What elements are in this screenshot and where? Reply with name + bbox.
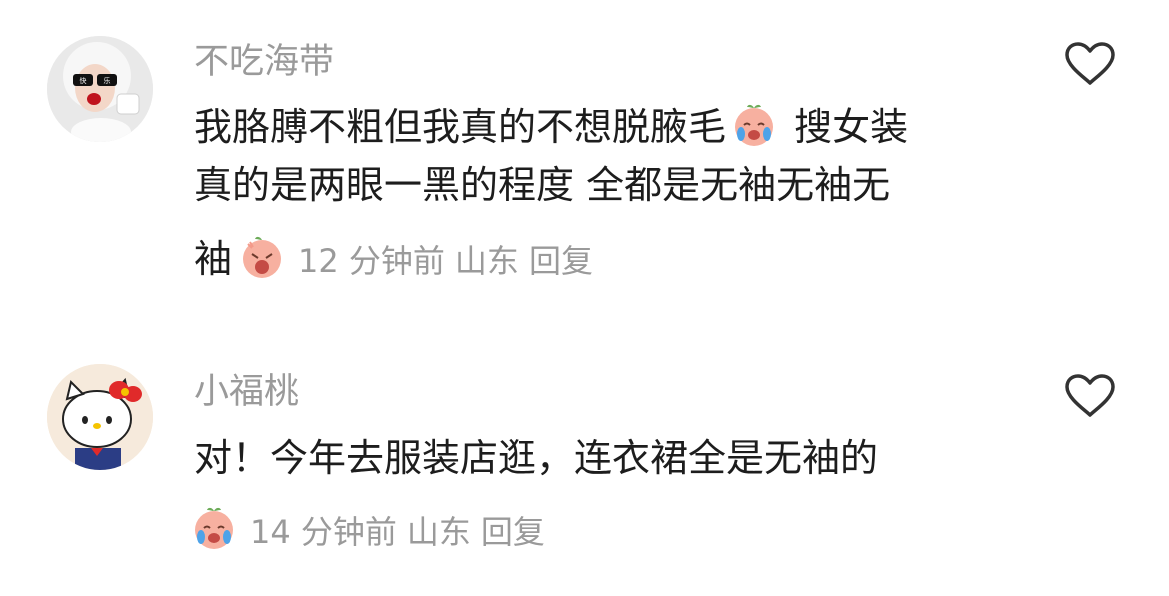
comment-text-line: 我胳膊不粗但我真的不想脱腋毛 xyxy=(194,105,727,149)
girl-sunglasses-avatar-icon: 快 乐 xyxy=(47,36,153,142)
comment-text-line: 袖 xyxy=(194,237,233,281)
comment-time: 12 分钟前 xyxy=(298,242,445,280)
svg-text:快: 快 xyxy=(80,76,87,85)
heart-outline-icon xyxy=(1065,42,1115,85)
like-button[interactable] xyxy=(1063,372,1117,420)
svg-text:乐: 乐 xyxy=(104,76,111,85)
avatar[interactable]: 快 乐 xyxy=(47,36,153,142)
comment-text-line: 真的是两眼一黑的程度 全都是无袖无袖无 xyxy=(194,163,891,207)
comment-text-line: 对！今年去服装店逛，连衣裙全是无袖的 xyxy=(194,436,879,480)
comment-meta: 14 分钟前 山东 回复 xyxy=(190,503,555,554)
hello-kitty-avatar-icon xyxy=(47,364,153,470)
comment-text: 对！今年去服装店逛，连衣裙全是无袖的 xyxy=(194,429,994,487)
heart-outline-icon xyxy=(1065,374,1115,417)
comment-username[interactable]: 不吃海带 xyxy=(194,40,334,84)
comment-username[interactable]: 小福桃 xyxy=(194,370,299,414)
reply-button[interactable]: 回复 xyxy=(481,510,545,554)
comment-text-line: 搜女装 xyxy=(794,105,909,149)
comment-location: 山东 xyxy=(454,242,519,280)
crying-peach-emoji-icon xyxy=(730,100,778,148)
screaming-peach-emoji-icon xyxy=(238,232,286,280)
like-button[interactable] xyxy=(1063,40,1117,88)
comment-time: 14 分钟前 xyxy=(250,513,397,551)
reply-button[interactable]: 回复 xyxy=(529,239,593,283)
comment-meta: 袖 12 分钟前 山东 回复 xyxy=(194,232,603,283)
comment-location: 山东 xyxy=(406,513,471,551)
crying-peach-emoji-icon xyxy=(190,503,238,551)
comment-text: 我胳膊不粗但我真的不想脱腋毛 搜女装 真的是两眼一黑的程度 全都是无袖无袖无 xyxy=(194,98,994,214)
avatar[interactable] xyxy=(47,364,153,470)
